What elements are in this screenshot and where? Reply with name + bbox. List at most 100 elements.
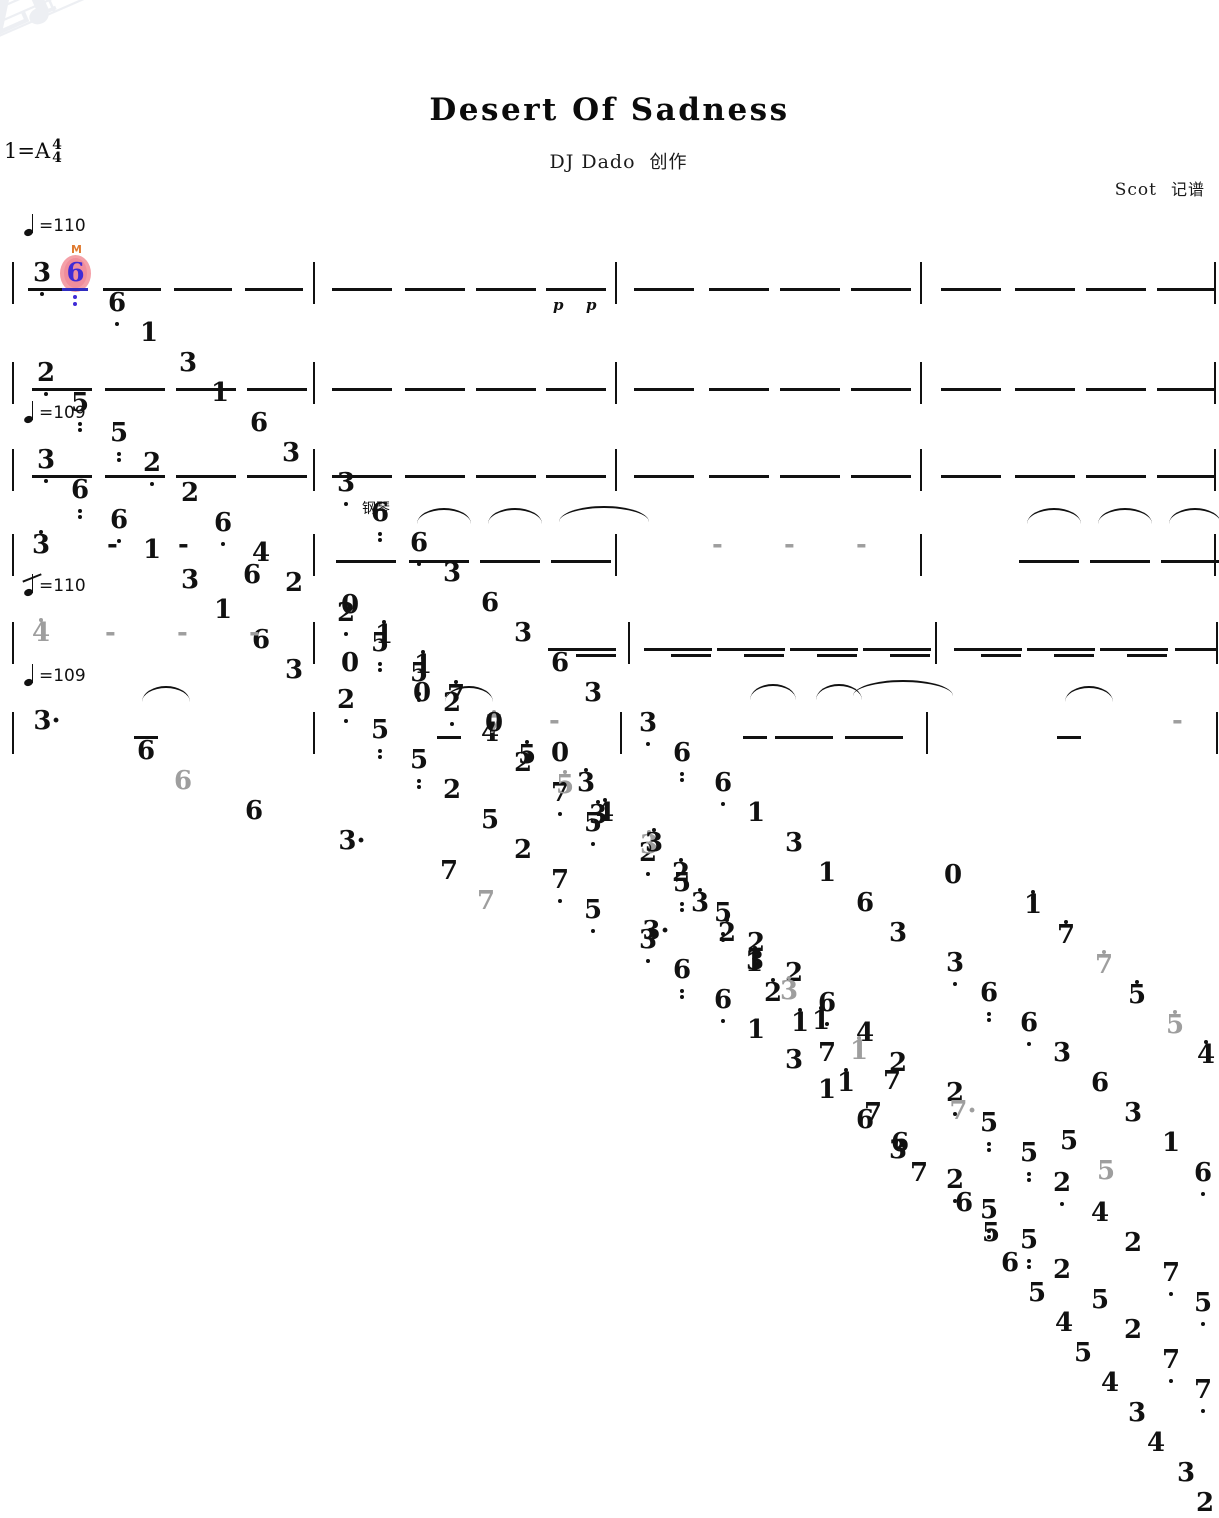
note[interactable]: 5 — [1164, 1010, 1186, 1040]
note[interactable]: 1 — [1160, 1128, 1182, 1158]
note[interactable]: 5 — [978, 1108, 1000, 1152]
note[interactable]: 3 — [1128, 1398, 1146, 1428]
note[interactable]: 7 — [1160, 1345, 1182, 1383]
note[interactable]: 7 — [818, 1038, 836, 1068]
staff-row-3: =109 3 6 6 1 3 1 6 3 2 5 5 2 5 2 7 5 3 6… — [0, 401, 1219, 1413]
note[interactable]: 2 — [1196, 1488, 1214, 1518]
note[interactable]: 3 — [783, 1045, 805, 1075]
note[interactable]: 3 — [1122, 1098, 1144, 1128]
note[interactable]: 3 — [887, 918, 909, 948]
dotted-note[interactable]: 3· — [32, 706, 62, 736]
note[interactable]: 2 — [441, 775, 463, 805]
note[interactable]: 2 — [1051, 1168, 1073, 1206]
note[interactable]: 6 — [891, 1128, 909, 1158]
note[interactable]: 1 — [816, 1075, 838, 1105]
note[interactable]: 5 — [582, 895, 604, 933]
note[interactable]: 1 — [745, 1015, 767, 1045]
note[interactable]: 1 — [810, 1006, 832, 1036]
beam-second — [817, 654, 857, 657]
note[interactable]: 6 — [106, 288, 128, 326]
dotted-note[interactable]: 3· — [337, 826, 367, 856]
tempo-value: =110 — [39, 216, 86, 236]
note[interactable]: 3 — [1051, 1038, 1073, 1068]
note[interactable]: 2 — [1122, 1228, 1144, 1258]
page-title: Desert Of Sadness — [429, 92, 790, 128]
note[interactable]: 6 — [671, 955, 693, 999]
note[interactable]: 1 — [837, 1068, 855, 1098]
note[interactable]: 3 — [944, 948, 966, 986]
note[interactable]: 6 — [854, 888, 876, 918]
note[interactable]: 4 — [1055, 1308, 1073, 1338]
note[interactable]: 5 — [1018, 1225, 1040, 1269]
note[interactable]: 1 — [138, 318, 160, 348]
note[interactable]: 3 — [31, 258, 53, 296]
note[interactable]: 3 — [778, 976, 800, 1006]
note[interactable]: 5 — [1028, 1278, 1046, 1308]
note[interactable]: 1 — [848, 1036, 870, 1066]
note[interactable]: 7 — [1160, 1258, 1182, 1296]
note[interactable]: 3 — [783, 828, 805, 858]
note[interactable]: 7 — [475, 886, 497, 916]
rest[interactable]: 0 — [339, 648, 361, 678]
note[interactable]: 7 — [864, 1098, 882, 1128]
note[interactable]: 7 — [438, 856, 460, 886]
note[interactable]: 6 — [1192, 1158, 1214, 1196]
note[interactable]: 3 — [1177, 1458, 1195, 1488]
note[interactable]: 4 — [1195, 1040, 1217, 1070]
note[interactable]: 5 — [982, 1218, 1000, 1248]
note[interactable]: 6 — [1089, 1068, 1111, 1098]
note[interactable]: 5 — [554, 770, 576, 800]
note[interactable]: 3 — [691, 888, 709, 918]
note[interactable]: 3 — [744, 946, 766, 976]
beam — [405, 288, 465, 291]
note[interactable]: 7 — [1192, 1375, 1214, 1413]
note[interactable]: 6 — [172, 766, 194, 796]
note[interactable]: 6 — [69, 475, 91, 519]
cursor-note[interactable]: 6 — [60, 258, 91, 288]
note[interactable]: 1 — [1022, 890, 1044, 920]
dotted-note[interactable]: 3· — [641, 916, 671, 946]
note[interactable]: 5 — [1074, 1338, 1092, 1368]
note[interactable]: 1 — [791, 1008, 809, 1038]
note[interactable]: 7 — [881, 1066, 903, 1096]
rest[interactable]: 0 — [942, 860, 964, 890]
note[interactable]: 5 — [1095, 1156, 1117, 1186]
note[interactable]: 4 — [1101, 1368, 1119, 1398]
barline — [615, 262, 617, 304]
note[interactable]: 6 — [241, 560, 263, 590]
note[interactable]: 4 — [1147, 1428, 1165, 1458]
note[interactable]: 5 — [1058, 1126, 1080, 1156]
note[interactable]: 5 — [1018, 1138, 1040, 1182]
note[interactable]: 2 — [718, 918, 736, 948]
note[interactable]: 7 — [549, 865, 571, 903]
note[interactable]: 1 — [745, 798, 767, 828]
note[interactable]: 3 — [35, 445, 57, 483]
note[interactable]: 1 — [816, 858, 838, 888]
note[interactable]: 5 — [1192, 1288, 1214, 1326]
note[interactable]: 4 — [596, 798, 614, 828]
note[interactable]: 6 — [712, 985, 734, 1023]
note[interactable]: 4 — [30, 618, 52, 648]
note[interactable]: 6 — [1018, 1008, 1040, 1046]
beam — [1015, 475, 1075, 478]
note[interactable]: 3 — [30, 530, 52, 560]
note[interactable]: 7 — [910, 1158, 928, 1188]
note[interactable]: 6 — [1001, 1248, 1019, 1278]
note[interactable]: 7 — [1055, 920, 1077, 950]
beam — [941, 288, 1001, 291]
note[interactable]: 4 — [1089, 1198, 1111, 1228]
note[interactable]: 7 — [1093, 950, 1115, 980]
note[interactable]: 5 — [1089, 1285, 1111, 1315]
note[interactable]: 6 — [978, 978, 1000, 1022]
note[interactable]: 6 — [243, 796, 265, 826]
note[interactable]: 2 — [1122, 1315, 1144, 1345]
note[interactable]: 2 — [1051, 1255, 1073, 1285]
note[interactable]: 5 — [479, 805, 501, 835]
dotted-note[interactable]: 7· — [948, 1096, 978, 1126]
note[interactable]: 5 — [1126, 980, 1148, 1010]
note[interactable]: 2 — [672, 858, 690, 888]
note[interactable]: 3 — [645, 828, 663, 858]
note[interactable]: 6 — [955, 1188, 973, 1218]
note[interactable]: 2 — [35, 358, 57, 396]
note[interactable]: 2 — [512, 835, 534, 865]
